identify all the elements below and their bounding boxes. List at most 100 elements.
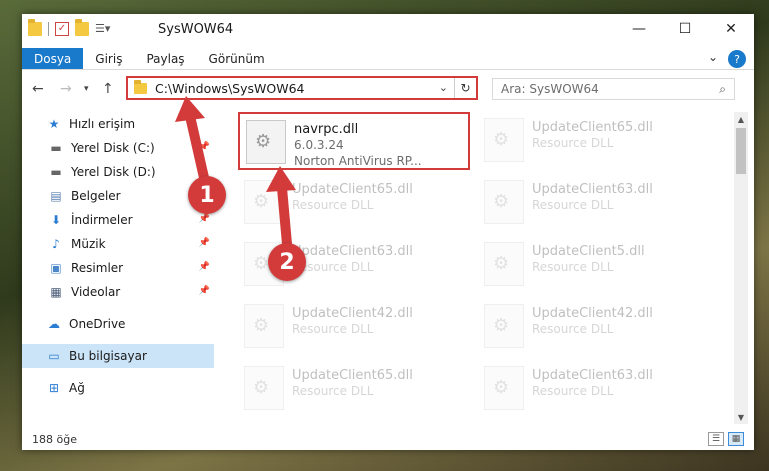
address-bar[interactable]: C:\Windows\SysWOW64 ⌄ ↻ xyxy=(126,76,478,100)
file-name: UpdateClient65.dll xyxy=(292,368,413,383)
file-type: Resource DLL xyxy=(292,260,374,274)
sidebar-item-local-disk-d[interactable]: ▬ Yerel Disk (D:) xyxy=(22,160,214,184)
explorer-window: ✓ ☰▾ SysWOW64 — ☐ ✕ Dosya Giriş Paylaş G… xyxy=(22,14,754,450)
file-tile-navrpc[interactable]: navrpc.dll 6.0.3.24 Norton AntiVirus RP.… xyxy=(238,112,470,170)
title-bar: ✓ ☰▾ SysWOW64 — ☐ ✕ xyxy=(22,14,754,48)
file-type: Resource DLL xyxy=(532,260,614,274)
sidebar-item-onedrive[interactable]: ☁ OneDrive xyxy=(22,312,214,336)
refresh-icon[interactable]: ↻ xyxy=(454,78,476,98)
details-view-icon[interactable]: ☰ xyxy=(708,432,724,446)
download-icon: ⬇ xyxy=(50,213,62,227)
pin-icon[interactable]: 📌 xyxy=(199,238,210,248)
file-tile[interactable]: UpdateClient5.dllResource DLL xyxy=(478,236,710,294)
properties-icon[interactable]: ✓ xyxy=(55,22,69,36)
dll-file-icon xyxy=(244,180,284,224)
sidebar-item-downloads[interactable]: ⬇ İndirmeler 📌 xyxy=(22,208,214,232)
ribbon-tabs: Dosya Giriş Paylaş Görünüm ⌄ ? xyxy=(22,48,754,70)
chevron-down-icon[interactable]: ⌄ xyxy=(439,81,448,94)
pin-icon[interactable]: 📌 xyxy=(199,262,210,272)
pictures-icon: ▣ xyxy=(50,261,62,275)
pin-icon[interactable]: 📌 xyxy=(199,286,210,296)
back-arrow-icon[interactable]: ← xyxy=(32,81,44,97)
pin-icon[interactable]: 📌 xyxy=(199,142,210,152)
window-title: SysWOW64 xyxy=(158,22,234,37)
dll-file-icon xyxy=(484,242,524,286)
file-tile[interactable]: UpdateClient63.dllResource DLL xyxy=(478,360,710,418)
tiles-view-icon[interactable]: ▦ xyxy=(728,432,744,446)
file-tile[interactable]: UpdateClient65.dllResource DLL xyxy=(238,174,470,232)
sidebar-item-label: OneDrive xyxy=(69,317,126,331)
scroll-down-icon[interactable]: ▼ xyxy=(734,410,748,424)
file-type: Resource DLL xyxy=(292,384,374,398)
recent-locations-icon[interactable]: ▾ xyxy=(84,84,89,94)
sidebar-item-label: Videolar xyxy=(71,285,121,299)
dll-file-icon xyxy=(246,120,286,164)
file-name: UpdateClient63.dll xyxy=(532,368,653,383)
minimize-button[interactable]: — xyxy=(616,14,662,44)
sidebar-item-label: Belgeler xyxy=(71,189,121,203)
chevron-down-icon[interactable]: ⌄ xyxy=(708,50,718,64)
dll-file-icon xyxy=(484,304,524,348)
vertical-scrollbar[interactable]: ▲ ▼ xyxy=(734,112,748,424)
videos-icon: ▦ xyxy=(50,285,62,299)
sidebar-item-local-disk-c[interactable]: ▬ Yerel Disk (C:) 📌 xyxy=(22,136,214,160)
sidebar-item-label: Bu bilgisayar xyxy=(69,349,147,363)
sidebar-item-label: Yerel Disk (D:) xyxy=(71,165,156,179)
forward-arrow-icon[interactable]: → xyxy=(60,81,72,97)
view-switcher: ☰ ▦ xyxy=(708,432,744,446)
file-tile[interactable]: UpdateClient65.dllResource DLL xyxy=(478,112,710,170)
sidebar-item-documents[interactable]: ▤ Belgeler xyxy=(22,184,214,208)
drive-icon: ▬ xyxy=(50,141,62,155)
network-icon: ⊞ xyxy=(48,381,60,395)
dll-file-icon xyxy=(244,366,284,410)
file-name: UpdateClient65.dll xyxy=(532,120,653,135)
file-name: UpdateClient63.dll xyxy=(532,182,653,197)
sidebar-item-pictures[interactable]: ▣ Resimler 📌 xyxy=(22,256,214,280)
up-arrow-icon[interactable]: ↑ xyxy=(102,81,114,97)
file-company: Norton AntiVirus RP... xyxy=(294,154,422,168)
search-placeholder: Ara: SysWOW64 xyxy=(501,82,599,96)
file-name: UpdateClient65.dll xyxy=(292,182,413,197)
scroll-thumb[interactable] xyxy=(736,128,746,174)
tab-home[interactable]: Giriş xyxy=(83,48,134,69)
scroll-up-icon[interactable]: ▲ xyxy=(734,112,748,126)
sidebar-item-this-pc[interactable]: ▭ Bu bilgisayar xyxy=(22,344,214,368)
music-icon: ♪ xyxy=(52,237,60,251)
window-controls: — ☐ ✕ xyxy=(616,14,754,44)
help-button[interactable]: ? xyxy=(728,50,746,68)
file-tile[interactable]: UpdateClient65.dllResource DLL xyxy=(238,360,470,418)
file-tile[interactable]: UpdateClient42.dllResource DLL xyxy=(238,298,470,356)
item-count: 188 öğe xyxy=(32,432,77,446)
sidebar-item-music[interactable]: ♪ Müzik 📌 xyxy=(22,232,214,256)
tab-file[interactable]: Dosya xyxy=(22,48,84,69)
file-tile[interactable]: UpdateClient63.dllResource DLL xyxy=(478,174,710,232)
quick-access-toolbar: ✓ ☰▾ xyxy=(28,19,110,36)
step-1-badge: 1 xyxy=(188,176,226,214)
search-input[interactable]: Ara: SysWOW64 ⌕ xyxy=(492,78,735,100)
file-tile[interactable]: UpdateClient42.dllResource DLL xyxy=(478,298,710,356)
file-name: UpdateClient5.dll xyxy=(532,244,645,259)
file-list: navrpc.dll 6.0.3.24 Norton AntiVirus RP.… xyxy=(234,112,730,428)
tab-share[interactable]: Paylaş xyxy=(134,48,196,69)
file-type: Resource DLL xyxy=(292,322,374,336)
search-icon: ⌕ xyxy=(719,82,726,96)
sidebar-item-label: Ağ xyxy=(69,381,85,395)
documents-icon: ▤ xyxy=(50,189,62,203)
tab-view[interactable]: Görünüm xyxy=(197,48,277,69)
new-folder-icon[interactable] xyxy=(75,19,89,36)
customize-toolbar-icon[interactable]: ☰▾ xyxy=(95,22,110,36)
close-button[interactable]: ✕ xyxy=(708,14,754,44)
sidebar-item-videos[interactable]: ▦ Videolar 📌 xyxy=(22,280,214,304)
folder-icon xyxy=(134,79,147,94)
maximize-button[interactable]: ☐ xyxy=(662,14,708,44)
divider xyxy=(48,22,49,36)
address-path: C:\Windows\SysWOW64 xyxy=(155,80,305,96)
folder-icon xyxy=(28,19,42,36)
file-type: Resource DLL xyxy=(292,198,374,212)
pin-icon[interactable]: 📌 xyxy=(199,214,210,224)
dll-file-icon xyxy=(244,304,284,348)
sidebar-item-quick-access[interactable]: ★ Hızlı erişim xyxy=(22,112,214,136)
sidebar-item-network[interactable]: ⊞ Ağ xyxy=(22,376,214,400)
star-icon: ★ xyxy=(48,117,60,131)
